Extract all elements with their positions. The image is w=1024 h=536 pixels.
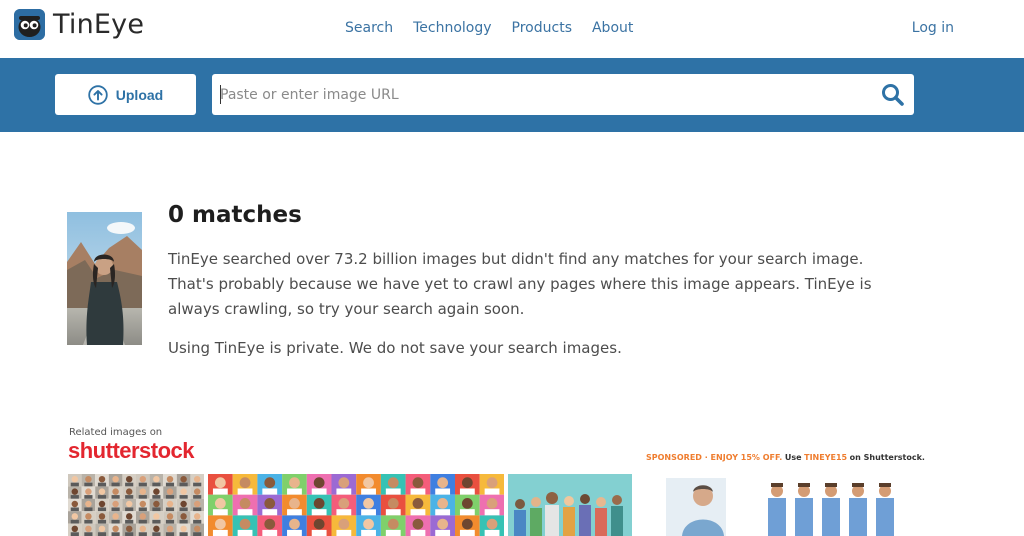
nav-products[interactable]: Products bbox=[512, 20, 572, 36]
url-search-box bbox=[212, 74, 914, 115]
tineye-logo-icon bbox=[14, 9, 45, 40]
image-url-input[interactable] bbox=[212, 74, 872, 115]
shutterstock-logo[interactable]: shutterstock bbox=[68, 438, 195, 464]
nav-technology[interactable]: Technology bbox=[413, 20, 491, 36]
upload-button[interactable]: Upload bbox=[55, 74, 196, 115]
sponsored-banner: SPONSORED · ENJOY 15% OFF. Use TINEYE15 … bbox=[646, 453, 925, 462]
upload-arrow-icon bbox=[88, 84, 108, 105]
related-images-label: Related images on bbox=[69, 427, 163, 438]
tineye-logo[interactable]: TinEye bbox=[14, 9, 144, 40]
sponsor-suffix: on Shutterstock. bbox=[849, 453, 925, 462]
upload-label: Upload bbox=[115, 86, 164, 103]
search-band: Upload bbox=[0, 58, 1024, 132]
nav-search[interactable]: Search bbox=[345, 20, 393, 36]
query-image-thumbnail bbox=[67, 212, 142, 345]
login-link[interactable]: Log in bbox=[912, 20, 954, 36]
sponsor-use: Use bbox=[784, 453, 802, 462]
top-header: TinEye Search Technology Products About … bbox=[0, 0, 1024, 58]
related-image-1[interactable] bbox=[68, 474, 204, 536]
nav-about[interactable]: About bbox=[592, 20, 633, 36]
main-nav: Search Technology Products About bbox=[345, 20, 653, 36]
brand-name: TinEye bbox=[53, 9, 145, 40]
sponsor-code: TINEYE15 bbox=[804, 453, 848, 462]
related-image-4[interactable] bbox=[636, 474, 754, 536]
text-caret bbox=[220, 85, 221, 104]
privacy-note: Using TinEye is private. We do not save … bbox=[168, 339, 622, 357]
sponsor-prefix: SPONSORED · ENJOY 15% OFF. bbox=[646, 453, 783, 462]
match-count-title: 0 matches bbox=[168, 202, 302, 228]
related-image-2[interactable] bbox=[208, 474, 504, 536]
related-image-3[interactable] bbox=[508, 474, 632, 536]
magnifier-icon[interactable] bbox=[880, 82, 906, 108]
related-image-5[interactable] bbox=[760, 474, 900, 536]
no-match-message: TinEye searched over 73.2 billion images… bbox=[168, 250, 872, 318]
